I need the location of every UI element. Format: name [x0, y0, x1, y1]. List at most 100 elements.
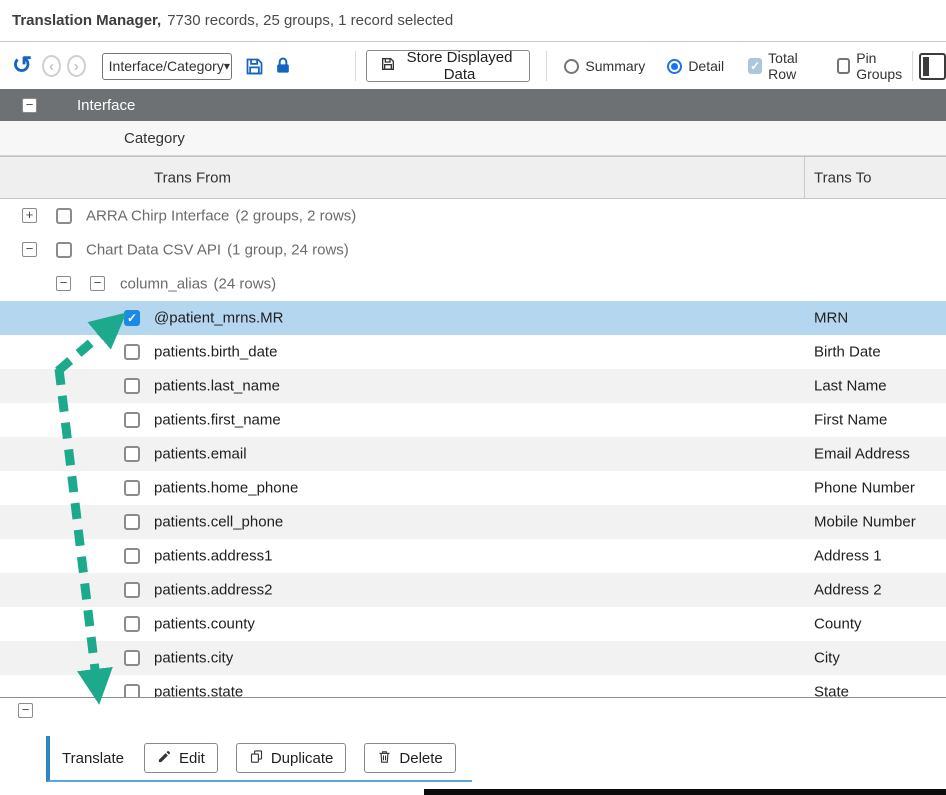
row-checkbox[interactable]	[56, 208, 72, 224]
delete-button[interactable]: Delete	[364, 743, 455, 773]
grid-body: + ARRA Chirp Interface(2 groups, 2 rows)…	[0, 199, 946, 697]
column-header-trans-to[interactable]: Trans To	[814, 169, 872, 186]
table-row[interactable]: patients.address1 Address 1	[0, 539, 946, 573]
toolbar-divider	[355, 51, 356, 81]
trans-from-cell: patients.email	[154, 446, 247, 463]
column-header-row: Trans From Trans To	[0, 156, 946, 199]
copy-icon	[249, 749, 264, 768]
row-checkbox[interactable]	[56, 242, 72, 258]
total-row-checkbox[interactable]: ✓ Total Row	[748, 50, 817, 82]
radio-icon	[564, 59, 579, 74]
trans-from-cell: @patient_mrns.MR	[154, 310, 283, 327]
edit-button[interactable]: Edit	[144, 743, 218, 773]
view-selector-value: Interface/Category	[109, 58, 224, 74]
table-row[interactable]: patients.last_name Last Name	[0, 369, 946, 403]
table-row[interactable]: patients.home_phone Phone Number	[0, 471, 946, 505]
translate-label: Translate	[62, 750, 124, 767]
table-row-selected[interactable]: ✓ @patient_mrns.MR MRN	[0, 301, 946, 335]
collapse-icon[interactable]: −	[56, 276, 71, 291]
detail-radio[interactable]: Detail	[667, 58, 724, 74]
subgroup-header-label: Category	[124, 130, 185, 147]
duplicate-button-label: Duplicate	[271, 750, 334, 767]
trans-to-cell: Address 2	[814, 582, 882, 599]
row-checkbox[interactable]	[124, 582, 140, 598]
table-row[interactable]: patients.address2 Address 2	[0, 573, 946, 607]
view-selector-dropdown[interactable]: Interface/Category ▾	[102, 53, 232, 80]
trans-to-cell: Address 1	[814, 548, 882, 565]
lock-icon[interactable]	[273, 56, 293, 76]
row-checkbox[interactable]	[124, 378, 140, 394]
row-checkbox[interactable]	[124, 446, 140, 462]
toolbar-divider	[912, 51, 913, 81]
table-row[interactable]: patients.city City	[0, 641, 946, 675]
pin-groups-checkbox[interactable]: Pin Groups	[837, 50, 913, 82]
table-row[interactable]: patients.email Email Address	[0, 437, 946, 471]
row-checkbox[interactable]	[124, 548, 140, 564]
trans-to-cell: City	[814, 650, 840, 667]
row-checkbox[interactable]	[124, 412, 140, 428]
row-checkbox[interactable]	[124, 650, 140, 666]
collapse-icon[interactable]: −	[90, 276, 105, 291]
trans-from-cell: patients.county	[154, 616, 255, 633]
trans-to-cell: Mobile Number	[814, 514, 916, 531]
store-displayed-data-button[interactable]: Store Displayed Data	[366, 50, 530, 82]
checkbox-unchecked-icon	[837, 58, 851, 74]
row-checkbox[interactable]	[124, 344, 140, 360]
column-divider	[804, 157, 805, 198]
row-checkbox-checked[interactable]: ✓	[124, 310, 140, 326]
expand-icon[interactable]: +	[22, 208, 37, 223]
panel-layout-icon[interactable]	[919, 53, 946, 80]
trans-from-cell: patients.cell_phone	[154, 514, 283, 531]
trans-from-cell: patients.home_phone	[154, 480, 298, 497]
translate-panel: Translate Edit Duplicate	[0, 723, 946, 789]
back-icon[interactable]: ‹	[42, 55, 61, 77]
table-row[interactable]: patients.birth_date Birth Date	[0, 335, 946, 369]
collapse-icon[interactable]: −	[18, 703, 33, 718]
collapse-icon[interactable]: −	[22, 98, 37, 113]
tree-row-chart-data[interactable]: − Chart Data CSV API(1 group, 24 rows)	[0, 233, 946, 267]
checkbox-checked-disabled-icon: ✓	[748, 58, 762, 74]
summary-radio[interactable]: Summary	[564, 58, 645, 74]
table-row[interactable]: patients.county County	[0, 607, 946, 641]
collapse-icon[interactable]: −	[22, 242, 37, 257]
table-row[interactable]: patients.cell_phone Mobile Number	[0, 505, 946, 539]
bottom-panel-header: −	[0, 697, 946, 723]
detail-radio-label: Detail	[688, 58, 724, 74]
row-checkbox[interactable]	[124, 616, 140, 632]
tree-row-arra[interactable]: + ARRA Chirp Interface(2 groups, 2 rows)	[0, 199, 946, 233]
subgroup-header-category: Category	[0, 121, 946, 156]
trans-to-cell: Email Address	[814, 446, 910, 463]
group-header-label: Interface	[77, 97, 135, 114]
trans-to-cell: First Name	[814, 412, 887, 429]
tree-row-column-alias[interactable]: − − column_alias(24 rows)	[0, 267, 946, 301]
tree-row-label: column_alias(24 rows)	[120, 276, 276, 293]
save-icon[interactable]	[244, 56, 265, 77]
trans-to-cell: MRN	[814, 310, 848, 327]
trans-to-cell: Phone Number	[814, 480, 915, 497]
table-row[interactable]: patients.first_name First Name	[0, 403, 946, 437]
row-checkbox[interactable]	[124, 684, 140, 697]
page-title: Translation Manager,	[12, 12, 161, 29]
trans-from-cell: patients.address1	[154, 548, 272, 565]
tree-row-label: ARRA Chirp Interface(2 groups, 2 rows)	[86, 208, 356, 225]
trans-from-cell: patients.state	[154, 684, 243, 698]
forward-icon[interactable]: ›	[67, 55, 86, 77]
store-button-label: Store Displayed Data	[404, 49, 516, 83]
bottom-black-strip	[424, 789, 946, 795]
chevron-down-icon: ▾	[224, 59, 230, 73]
trans-to-cell: Last Name	[814, 378, 887, 395]
toolbar: ↺ ‹ › Interface/Category ▾ Store Display…	[0, 43, 946, 89]
trans-from-cell: patients.birth_date	[154, 344, 277, 361]
row-checkbox[interactable]	[124, 480, 140, 496]
record-summary: 7730 records, 25 groups, 1 record select…	[167, 12, 453, 29]
duplicate-button[interactable]: Duplicate	[236, 743, 347, 773]
column-header-trans-from[interactable]: Trans From	[154, 169, 231, 186]
table-row[interactable]: patients.state State	[0, 675, 946, 697]
row-checkbox[interactable]	[124, 514, 140, 530]
trans-to-cell: Birth Date	[814, 344, 881, 361]
total-row-label: Total Row	[768, 50, 816, 82]
trash-icon	[377, 749, 392, 768]
trans-to-cell: State	[814, 684, 849, 698]
delete-button-label: Delete	[399, 750, 442, 767]
undo-icon[interactable]: ↺	[12, 54, 32, 78]
